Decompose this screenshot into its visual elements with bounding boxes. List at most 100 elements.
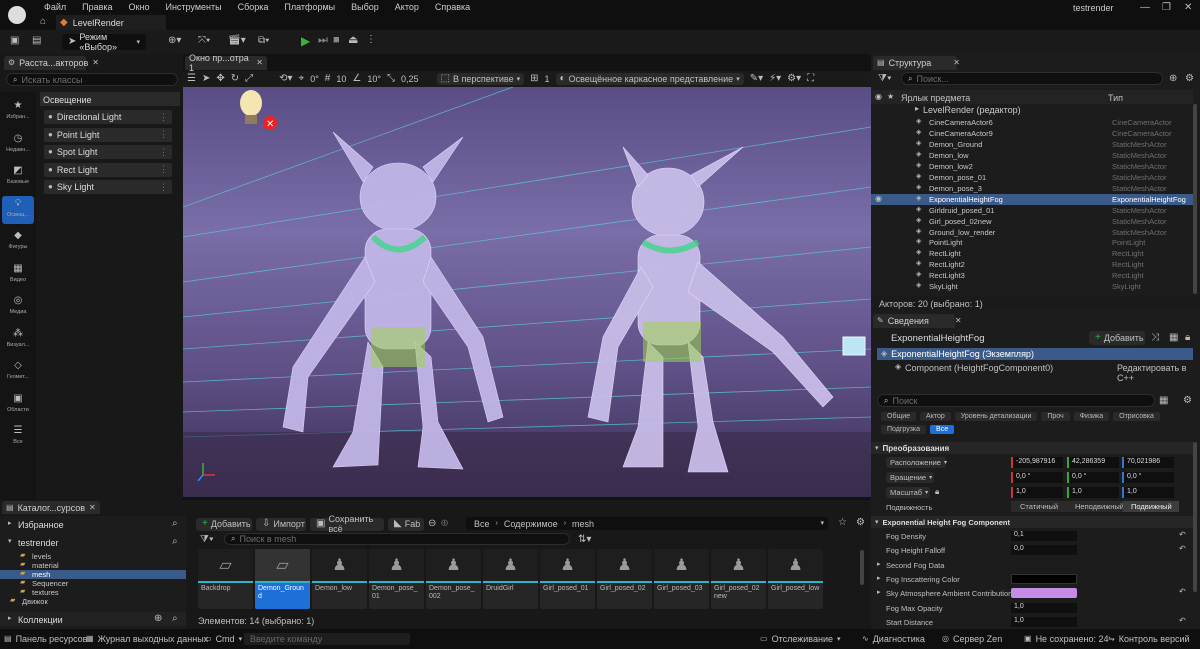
asset-tile[interactable]: ♟ Girl_posed_low (768, 549, 823, 609)
scale-value[interactable]: 0,25 (401, 74, 419, 84)
outliner-row[interactable]: ◈ Girl_posed_02new StaticMeshActor (871, 216, 1193, 227)
asset-tile[interactable]: ♟ Girl_posed_02new (711, 549, 766, 609)
rotation-y[interactable]: 0,0 ° (1067, 472, 1119, 483)
path-mesh[interactable]: mesh (572, 519, 594, 529)
show-flags-icon[interactable]: ✎▾ (750, 74, 763, 84)
add-component-button[interactable]: + Добавить (1089, 331, 1145, 345)
grid-view-icon[interactable]: ▦ (1169, 333, 1178, 343)
search-icon[interactable]: ⌕ (172, 614, 178, 624)
cinematics-icon[interactable]: 🎬︎▾ (228, 36, 246, 46)
import-button[interactable]: ⇩ Импорт (256, 517, 306, 531)
collections-header[interactable]: ▸ Коллекции ⊕ ⌕ (0, 612, 186, 626)
filter-icon[interactable]: ⧩▾ (200, 535, 214, 545)
outliner-row[interactable]: ◈ Demon_Ground StaticMeshActor (871, 139, 1193, 150)
fog-falloff-value[interactable]: 0,0 (1011, 545, 1077, 555)
drag-handle-icon[interactable]: ⋮ (159, 164, 168, 175)
reset-icon[interactable]: ↶ (1179, 531, 1186, 539)
path-content[interactable]: Содержимое (504, 519, 558, 529)
location-y[interactable]: 42,286359 (1067, 457, 1119, 468)
visibility-icon[interactable]: ◉ (875, 194, 882, 203)
asset-tile[interactable]: ♟ Demon_low (312, 549, 367, 609)
outliner-row[interactable]: ◈ RectLight2 RectLight (871, 259, 1193, 270)
zen-server-button[interactable]: ◎ Сервер Zen (942, 634, 1002, 644)
add-collection-icon[interactable]: ⊕ (154, 614, 162, 624)
outliner-row[interactable]: ◈ Ground_low_render StaticMeshActor (871, 227, 1193, 238)
transform-header[interactable]: ▾ Преобразования (871, 442, 1193, 454)
asset-tile[interactable]: ♟ DruidGirl (483, 549, 538, 609)
blueprint-icon[interactable]: ⤨ (1151, 333, 1159, 343)
path-root[interactable]: Все (474, 519, 490, 529)
col-type[interactable]: Тип (1108, 93, 1123, 103)
second-fog-row[interactable]: ▸ Second Fog Data (871, 559, 1193, 571)
content-browser-tab[interactable]: ▤ Каталог...сурсов ✕ (2, 501, 100, 514)
rotation-snap-icon[interactable]: ∠ (352, 74, 361, 84)
menu-tools[interactable]: Инструменты (157, 2, 229, 12)
performance-icon[interactable]: ⚡︎▾ (769, 74, 781, 84)
sky-atmosphere-color-swatch[interactable] (1011, 588, 1077, 598)
select-tool-icon[interactable]: ➤ (202, 74, 210, 84)
eject-icon[interactable]: ⏏︎ (348, 35, 358, 46)
location-dropdown[interactable]: Расположение ▾ (886, 457, 947, 468)
mobility-stationary[interactable]: Неподвижный (1067, 501, 1124, 512)
tracking-button[interactable]: ▭ Отслеживание ▾ (760, 634, 841, 644)
perspective-button[interactable]: ⬚ В перспективе ▾ (436, 73, 525, 85)
viewport-scene[interactable]: ✕ (183, 87, 871, 497)
close-tab-icon[interactable]: ✕ (89, 503, 96, 512)
menu-build[interactable]: Сборка (230, 2, 277, 12)
chevron-right-icon[interactable]: ▸ (877, 575, 881, 582)
rotation-dropdown[interactable]: Вращение ▾ (886, 472, 934, 483)
lock-folder-icon[interactable]: ☆ (838, 518, 847, 528)
details-settings-icon[interactable]: ⚙ (1183, 396, 1192, 406)
add-actor-icon[interactable]: ⊕▾ (168, 36, 181, 46)
fog-density-value[interactable]: 0,1 (1011, 531, 1077, 541)
light-item-1[interactable]: ● Point Light ⋮ (44, 127, 172, 142)
mobility-static[interactable]: Статичный (1011, 501, 1067, 512)
outliner-row[interactable]: ◈ SkyLight SkyLight (871, 281, 1193, 292)
mobility-movable[interactable]: Подвижный (1123, 501, 1179, 512)
outliner-row[interactable]: ◈ CineCameraActor6 CineCameraActor (871, 117, 1193, 128)
viewport-menu-icon[interactable]: ☰ (187, 74, 196, 84)
category-all[interactable]: ☰ Все (2, 423, 34, 451)
category-volume[interactable]: ▣ Области (2, 391, 34, 419)
folder-item[interactable]: ▰ textures (0, 588, 186, 597)
scale-x[interactable]: 1,0 (1011, 487, 1063, 498)
light-item-0[interactable]: ● Directional Light ⋮ (44, 110, 172, 124)
outliner-tab[interactable]: ▤ Структура ✕ (873, 56, 960, 70)
outliner-search-input[interactable]: ⌕ Поиск... (901, 72, 1163, 85)
category-clock[interactable]: ◷ Недавн... (2, 131, 34, 159)
rotate-value[interactable]: 10° (367, 74, 381, 84)
folder-item[interactable]: ▰ Sequencer (0, 579, 186, 588)
outliner-row[interactable]: ◈ RectLight RectLight (871, 248, 1193, 259)
asset-tile[interactable]: ♟ Girl_posed_01 (540, 549, 595, 609)
search-icon[interactable]: ⌕ (172, 537, 178, 547)
category-star[interactable]: ★ Избран... (2, 98, 34, 126)
category-cube[interactable]: ◩ Базовые (2, 163, 34, 191)
sort-icon[interactable]: ⇅▾ (578, 535, 591, 545)
filter-tab[interactable]: Подгрузка (881, 425, 927, 434)
rotate-icon[interactable]: ↻ (231, 74, 239, 84)
world-icon[interactable]: ⟲▾ (279, 74, 292, 84)
outliner-row[interactable]: ◈ PointLight PointLight (871, 237, 1193, 248)
minimize-icon[interactable]: — (1140, 3, 1150, 13)
add-asset-button[interactable]: + Добавить (196, 517, 252, 531)
category-film[interactable]: ▦ Видео (2, 261, 34, 289)
close-tab-icon[interactable]: ✕ (92, 59, 99, 67)
outliner-settings-icon[interactable]: ⚙ (1185, 74, 1194, 84)
outliner-row[interactable]: ◉ ◈ ExponentialHeightFog ExponentialHeightF… (871, 193, 1193, 205)
fog-component-header[interactable]: ▾ Exponential Height Fog Component (871, 516, 1193, 528)
filter-tab[interactable]: Общие (881, 412, 917, 421)
outliner-row[interactable]: ◈ Demon_low StaticMeshActor (871, 150, 1193, 161)
drag-handle-icon[interactable]: ⋮ (159, 147, 168, 158)
menu-actor[interactable]: Актор (387, 2, 427, 12)
scale-icon[interactable]: ⤢ (245, 74, 253, 84)
selected-actor-name[interactable]: ExponentialHeightFog (891, 333, 984, 344)
history-back-icon[interactable]: ⊖ (428, 519, 436, 529)
light-item-3[interactable]: ● Rect Light ⋮ (44, 162, 172, 177)
step-icon[interactable]: ⏭︎ (318, 35, 328, 46)
build-icon[interactable]: ⧉▾ (258, 36, 269, 46)
fab-button[interactable]: ◣ Fab (388, 517, 424, 531)
scale-z[interactable]: 1,0 (1122, 487, 1174, 498)
max-opacity-value[interactable]: 1,0 (1011, 603, 1077, 613)
details-scrollbar[interactable] (1193, 442, 1197, 592)
more-options-icon[interactable]: ⋮ (366, 35, 376, 45)
